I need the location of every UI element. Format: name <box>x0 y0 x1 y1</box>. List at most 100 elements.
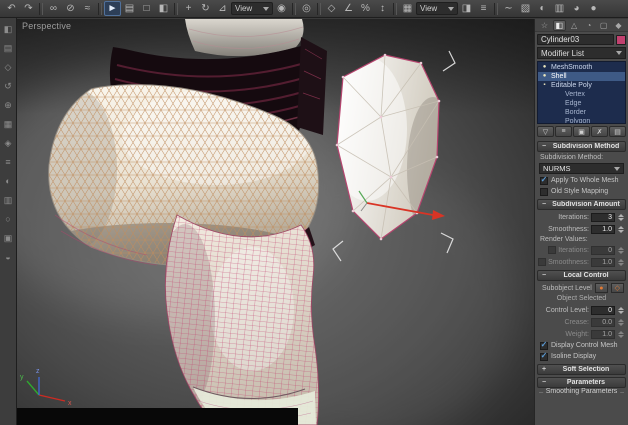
curve-editor-icon[interactable]: ∼ <box>500 1 517 16</box>
rollout-header-subdivision-amount[interactable]: − Subdivision Amount <box>537 199 626 210</box>
tab-motion[interactable]: ◔ <box>582 20 595 31</box>
smoothness-spinner[interactable] <box>617 224 624 235</box>
remove-modifier-button[interactable]: ✗ <box>591 126 608 137</box>
left-tool-icon-4[interactable]: ↺ <box>4 82 12 91</box>
pin-stack-button[interactable]: ▽ <box>537 126 554 137</box>
stack-item-border[interactable]: Border <box>538 108 625 117</box>
render-smoothness-checkbox[interactable]: ✓ <box>538 258 546 266</box>
rollout-header-soft-selection[interactable]: + Soft Selection <box>537 364 626 375</box>
icon-glyph: ▤ <box>614 128 621 136</box>
stack-item-shell[interactable]: ● Shell <box>538 72 625 81</box>
object-name-field[interactable]: Cylinder03 <box>537 34 614 45</box>
snap-toggle-icon[interactable]: ◇ <box>323 1 340 16</box>
rollout-header-subdivision-method[interactable]: − Subdivision Method <box>537 141 626 152</box>
select-and-scale-icon[interactable]: ⊿ <box>214 1 231 16</box>
crease-spinner[interactable] <box>617 317 624 328</box>
left-tool-icon-3[interactable]: ◇ <box>5 63 12 72</box>
left-tool-icon-1[interactable]: ◧ <box>4 25 13 34</box>
perspective-viewport[interactable]: Perspective <box>17 19 534 425</box>
apply-to-whole-mesh-checkbox[interactable]: ✓ Apply To Whole Mesh <box>538 176 625 185</box>
display-control-mesh-checkbox[interactable]: ✓ Display Control Mesh <box>538 341 625 350</box>
spinner-snap-icon[interactable]: ↕ <box>374 1 391 16</box>
secondary-view-dropdown[interactable]: View <box>416 2 458 15</box>
render-iterations-field[interactable]: 0 <box>591 246 615 255</box>
modifier-list-dropdown[interactable]: Modifier List <box>537 47 626 59</box>
viewport-3d-scene[interactable]: x y z <box>17 19 534 425</box>
quick-render-icon[interactable]: ● <box>585 1 602 16</box>
undo-icon[interactable]: ↶ <box>3 1 20 16</box>
old-style-mapping-checkbox[interactable]: ✓ Old Style Mapping <box>538 187 625 196</box>
select-object-icon[interactable]: ► <box>104 1 121 16</box>
iterations-field[interactable]: 3 <box>591 213 615 222</box>
left-tool-icon-13[interactable]: ◒ <box>5 253 10 262</box>
bind-to-spacewarp-icon[interactable]: ≈ <box>79 1 96 16</box>
reference-coordinate-dropdown[interactable]: View <box>231 2 273 15</box>
material-editor-icon[interactable]: ◐ <box>534 1 551 16</box>
modifier-visibility-icon[interactable]: ● <box>541 63 548 72</box>
tab-display[interactable]: ▢ <box>597 20 610 31</box>
tab-utilities[interactable]: ◆ <box>612 20 625 31</box>
left-tool-icon-12[interactable]: ▣ <box>4 234 13 243</box>
configure-modifier-sets-button[interactable]: ▤ <box>609 126 626 137</box>
render-iterations-checkbox[interactable]: ✓ <box>548 246 556 254</box>
redo-icon[interactable]: ↷ <box>20 1 37 16</box>
tab-modify[interactable]: ◧ <box>553 20 566 31</box>
control-level-field[interactable]: 0 <box>591 306 615 315</box>
tab-create[interactable]: ☆ <box>538 20 551 31</box>
icon-glyph: ≡ <box>481 4 487 14</box>
left-tool-icon-5[interactable]: ⊕ <box>4 101 12 110</box>
render-iterations-spinner[interactable] <box>617 245 624 256</box>
window-crossing-icon[interactable]: ◧ <box>155 1 172 16</box>
stack-item-meshsmooth[interactable]: ● MeshSmooth <box>538 63 625 72</box>
modifier-visibility-icon[interactable]: ▪ <box>541 81 548 90</box>
subobject-vertex-button[interactable]: ● <box>595 283 608 293</box>
modifier-visibility-icon[interactable]: ● <box>541 72 548 81</box>
smoothness-field[interactable]: 1.0 <box>591 225 615 234</box>
weight-field[interactable]: 1.0 <box>591 330 615 339</box>
left-tool-icon-10[interactable]: ▥ <box>4 196 13 205</box>
unlink-selection-icon[interactable]: ⊘ <box>62 1 79 16</box>
edit-named-selections-icon[interactable]: ▦ <box>399 1 416 16</box>
render-setup-icon[interactable]: ▥ <box>551 1 568 16</box>
rollout-header-parameters[interactable]: − Parameters <box>537 377 626 388</box>
use-center-icon[interactable]: ◉ <box>273 1 290 16</box>
control-level-spinner[interactable] <box>617 305 624 316</box>
stack-item-edge[interactable]: Edge <box>538 99 625 108</box>
subobject-edge-button[interactable]: ◇ <box>611 283 624 293</box>
iterations-spinner[interactable] <box>617 212 624 223</box>
left-tool-icon-8[interactable]: ≡ <box>5 158 10 167</box>
crease-field[interactable]: 0.0 <box>591 318 615 327</box>
left-tool-icon-2[interactable]: ▤ <box>4 44 13 53</box>
left-tool-icon-9[interactable]: ◐ <box>5 177 10 186</box>
percent-snap-icon[interactable]: % <box>357 1 374 16</box>
left-tool-icon-11[interactable]: ○ <box>5 215 10 224</box>
render-smoothness-spinner[interactable] <box>617 257 624 268</box>
render-smoothness-field[interactable]: 1.0 <box>591 258 615 267</box>
stack-item-editable-poly[interactable]: ▪ Editable Poly <box>538 81 625 90</box>
subdivision-method-select[interactable]: NURMS <box>539 163 624 174</box>
schematic-view-icon[interactable]: ▧ <box>517 1 534 16</box>
select-and-rotate-icon[interactable]: ↻ <box>197 1 214 16</box>
stack-item-polygon[interactable]: Polygon <box>538 117 625 124</box>
viewport-label[interactable]: Perspective <box>22 21 71 31</box>
tab-hierarchy[interactable]: △ <box>568 20 581 31</box>
select-and-link-icon[interactable]: ∞ <box>45 1 62 16</box>
select-and-move-icon[interactable]: + <box>180 1 197 16</box>
selection-region-icon[interactable]: □ <box>138 1 155 16</box>
select-by-name-icon[interactable]: ▤ <box>121 1 138 16</box>
show-end-result-button[interactable]: ≡ <box>555 126 572 137</box>
stack-item-vertex[interactable]: Vertex <box>538 90 625 99</box>
angle-snap-icon[interactable]: ∠ <box>340 1 357 16</box>
weight-spinner[interactable] <box>617 329 624 340</box>
object-color-swatch[interactable] <box>616 35 626 45</box>
mirror-icon[interactable]: ◨ <box>458 1 475 16</box>
render-last-icon[interactable]: ◕ <box>568 1 585 16</box>
rollout-header-local-control[interactable]: − Local Control <box>537 270 626 281</box>
align-icon[interactable]: ≡ <box>475 1 492 16</box>
select-and-manipulate-icon[interactable]: ◎ <box>298 1 315 16</box>
isoline-display-checkbox[interactable]: ✓ Isoline Display <box>538 352 625 361</box>
modifier-label: Editable Poly <box>551 81 592 90</box>
make-unique-button[interactable]: ▣ <box>573 126 590 137</box>
left-tool-icon-6[interactable]: ▦ <box>4 120 13 129</box>
left-tool-icon-7[interactable]: ◈ <box>5 139 12 148</box>
